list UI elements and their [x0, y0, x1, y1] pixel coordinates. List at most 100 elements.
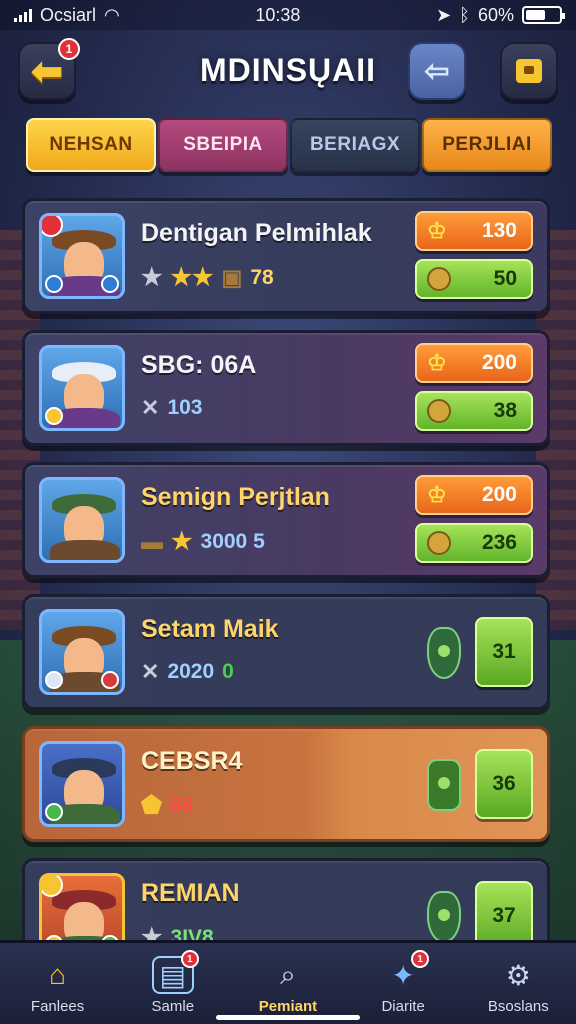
score-pill[interactable]: ♔ 130 [415, 211, 533, 251]
player-name: Dentigan Pelmihlak [141, 219, 372, 247]
value-number: 38 [493, 399, 517, 422]
nav-badge: 1 [411, 950, 430, 968]
player-name: CEBSR4 [141, 747, 243, 775]
player-stats: ✕ 2020 0 [141, 659, 234, 685]
player-avatar [39, 477, 125, 563]
class-icon [101, 275, 119, 293]
star-icon: ★ [141, 264, 163, 291]
tab-sbeipia[interactable]: SBEIPIA [158, 118, 288, 172]
player-name: Semign Perjtlan [141, 483, 330, 511]
stat-value: 3000 5 [200, 529, 265, 553]
shop-button[interactable] [500, 42, 558, 100]
nav-label: Diarite [381, 998, 425, 1015]
value-number: 31 [492, 640, 516, 663]
card-icon: ▣ [221, 264, 243, 290]
value-button[interactable]: 31 [475, 617, 533, 687]
tag-icon [42, 216, 63, 237]
player-name: Setam Maik [141, 615, 279, 643]
stat-value: 103 [167, 396, 203, 419]
share-arrow-icon: ⇦ [424, 54, 450, 88]
player-name: SBG: 06A [141, 351, 257, 379]
bluetooth-icon: ᛒ [459, 4, 470, 25]
class-icon [101, 671, 119, 689]
battery-percent: 60% [477, 4, 514, 25]
home-indicator [216, 1015, 360, 1020]
nav-label: Samle [151, 998, 195, 1015]
nav-label: Fanlees [30, 998, 85, 1015]
nav-item-samle[interactable]: ▤ 1 Samle [123, 950, 223, 1015]
battery-fill [526, 10, 546, 20]
home-icon: ⌂ [49, 959, 67, 990]
nav-label: Bsoslans [487, 998, 549, 1015]
score-pill[interactable]: ♔ 200 [415, 343, 533, 383]
shield-icon [427, 759, 461, 811]
share-button[interactable]: ⇦ [408, 42, 466, 100]
tab-bar: NEHSAN SBEIPIA BERIAGX PERJLIAI [26, 118, 552, 174]
player-card[interactable]: Semign Perjtlan ▬ ★ 3000 5 ♔ 200 236 [22, 462, 550, 578]
rank-icon [45, 407, 63, 425]
gear-icon: ⚙ [505, 959, 531, 991]
score-value: 130 [481, 219, 517, 242]
tab-perjliai[interactable]: PERJLIAI [422, 118, 552, 172]
player-avatar [39, 345, 125, 431]
page-title: MDINSŲAII [199, 52, 377, 88]
crown-icon: ♔ [427, 482, 447, 507]
battery-icon [522, 6, 565, 24]
signal-icon [14, 8, 32, 22]
nav-item-diarite[interactable]: ✦ 1 Diarite [353, 950, 453, 1015]
tab-beriagx[interactable]: BERIAGX [290, 118, 420, 172]
value-number: 50 [493, 267, 517, 290]
score-value: 200 [481, 483, 517, 506]
player-card[interactable]: CEBSR4 ⬟ 68 36 [22, 726, 550, 842]
stat-value: 78 [250, 265, 274, 289]
location-icon: ➤ [436, 4, 452, 25]
player-card[interactable]: Dentigan Pelmihlak ★ ★★ ▣ 78 ♔ 130 50 [22, 198, 550, 314]
value-pill[interactable]: 236 [415, 523, 533, 563]
crossed-swords-icon: ✕ [141, 395, 160, 420]
crossed-swords-icon: ✕ [141, 659, 160, 684]
shield-badge-icon: ⬟ [141, 792, 162, 819]
chest-icon: ▬ [141, 528, 163, 554]
player-avatar [39, 213, 125, 299]
header: ⬅ 1 MDINSŲAII ⇦ [0, 38, 576, 104]
score-value: 200 [481, 351, 517, 374]
wifi-icon: ◠ [104, 4, 120, 25]
score-pill[interactable]: ♔ 200 [415, 475, 533, 515]
shield-icon [427, 627, 461, 679]
player-card[interactable]: SBG: 06A ✕ 103 ♔ 200 38 [22, 330, 550, 446]
rank-icon [45, 671, 63, 689]
player-avatar [39, 741, 125, 827]
body-shape [50, 540, 120, 560]
crown-icon: ♔ [427, 218, 447, 243]
nav-item-home[interactable]: ⌂ Fanlees [8, 956, 108, 1015]
shop-icon [516, 59, 542, 83]
clock: 10:38 [255, 4, 301, 25]
nav-label: Pemiant [258, 998, 318, 1015]
crown-icon: ♔ [427, 350, 447, 375]
player-stats: ★ ★★ ▣ 78 [141, 263, 274, 292]
stat-value: 2020 [167, 660, 215, 683]
nav-item-pemiant[interactable]: ⌕ Pemiant [238, 956, 338, 1016]
player-stats: ✕ 103 [141, 395, 202, 421]
stat-extra: 0 [222, 660, 234, 683]
tab-nehsan[interactable]: NEHSAN [26, 118, 156, 172]
carrier-name: Ocsiarl [40, 4, 97, 25]
rank-icon [45, 803, 63, 821]
star-icon: ★ [171, 528, 193, 555]
shield-icon [427, 891, 461, 943]
coin-icon [427, 399, 451, 423]
search-icon: ⌕ [280, 958, 296, 990]
player-list: Dentigan Pelmihlak ★ ★★ ▣ 78 ♔ 130 50 SB… [22, 198, 550, 990]
nav-item-bsoslans[interactable]: ⚙ Bsoslans [468, 956, 568, 1016]
player-card[interactable]: Setam Maik ✕ 2020 0 31 [22, 594, 550, 710]
coin-icon [427, 267, 451, 291]
value-number: 236 [481, 531, 517, 554]
player-stats: ⬟ 68 [141, 791, 193, 820]
value-pill[interactable]: 38 [415, 391, 533, 431]
status-bar: Ocsiarl ◠ 10:38 ➤ ᛒ 60% [0, 0, 576, 30]
value-number: 37 [492, 904, 516, 927]
value-pill[interactable]: 50 [415, 259, 533, 299]
double-star-icon: ★★ [170, 264, 214, 291]
tag-icon [42, 876, 63, 897]
value-button[interactable]: 36 [475, 749, 533, 819]
